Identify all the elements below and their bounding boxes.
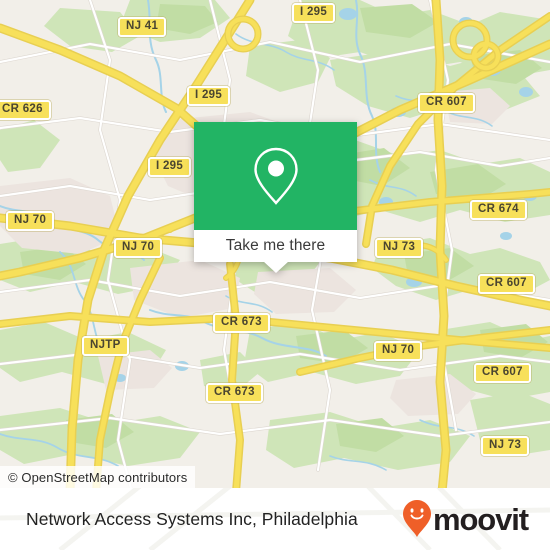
moovit-pin-smile-icon [402, 500, 431, 537]
moovit-logo[interactable]: moovit [402, 499, 529, 539]
popup-pin-panel [194, 122, 357, 230]
road-shield: CR 673 [206, 383, 263, 403]
footer-bar: Network Access Systems Inc, Philadelphia… [0, 488, 550, 550]
road-shield: NJ 73 [375, 238, 424, 258]
road-shield: NJ 70 [114, 238, 163, 258]
road-shield: NJ 70 [374, 341, 423, 361]
road-shield: CR 607 [418, 93, 475, 113]
map-screenshot-root: NJ 41 I 295 I 295 I 295 CR 607 CR 626 CR 674 NJ… [0, 0, 550, 550]
road-shield: CR 674 [470, 200, 527, 220]
popup-action-bar[interactable]: Take me there [194, 230, 357, 273]
road-shield: NJ 41 [118, 17, 167, 37]
popup-tail-pointer [262, 261, 289, 273]
road-shield: NJTP [82, 336, 129, 356]
road-shield: NJ 73 [481, 436, 530, 456]
road-shield: I 295 [148, 157, 192, 177]
road-shield: I 295 [292, 3, 336, 23]
road-shield: CR 607 [478, 274, 535, 294]
road-shield: CR 673 [213, 313, 270, 333]
road-shield: NJ 70 [6, 211, 55, 231]
map-popup-card[interactable]: Take me there [194, 122, 357, 273]
map-pin-icon [253, 147, 298, 205]
place-title: Network Access Systems Inc, Philadelphia [26, 508, 358, 529]
take-me-there-label: Take me there [225, 237, 326, 254]
moovit-wordmark: moovit [432, 501, 529, 537]
road-shield: CR 626 [0, 100, 51, 120]
road-shield: I 295 [187, 86, 231, 106]
road-shield: CR 607 [474, 363, 531, 383]
map-attribution: © OpenStreetMap contributors [0, 466, 196, 488]
